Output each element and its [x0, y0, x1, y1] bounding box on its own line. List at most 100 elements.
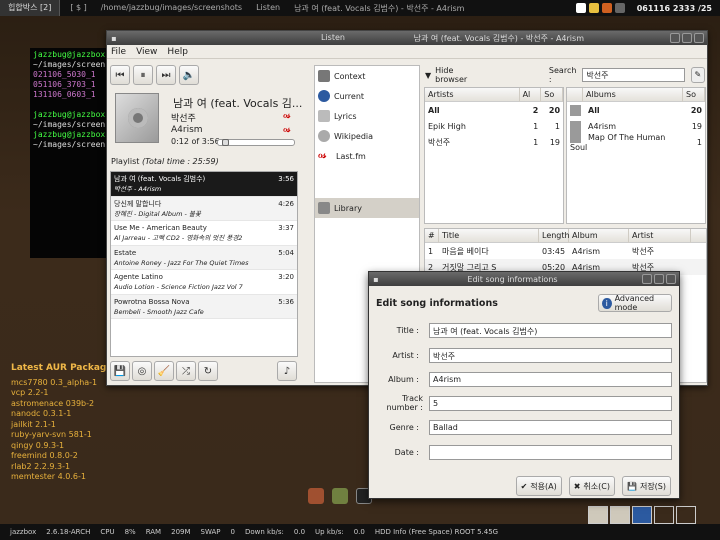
- clear-playlist-button[interactable]: 🧹: [154, 361, 174, 381]
- lastfm-artist-icon[interactable]: ℴ𝓈: [283, 111, 291, 121]
- nav-context[interactable]: Context: [315, 66, 419, 86]
- col-album[interactable]: Album: [569, 229, 629, 243]
- snail-icon[interactable]: [332, 488, 348, 504]
- save-playlist-button[interactable]: 💾: [110, 361, 130, 381]
- workspace-5[interactable]: [676, 506, 696, 524]
- cat-icon[interactable]: [308, 488, 324, 504]
- clear-search-button[interactable]: ✎: [690, 67, 705, 83]
- volume-button[interactable]: 🔈: [179, 65, 199, 85]
- col-albums-songs[interactable]: So: [683, 88, 705, 102]
- task-listen[interactable]: Listen: [256, 3, 280, 14]
- nav-wikipedia[interactable]: Wikipedia: [315, 126, 419, 146]
- dialog-close-button[interactable]: [666, 274, 676, 284]
- nav-lastfm[interactable]: ℴ𝓈 Last.fm: [315, 146, 419, 166]
- playlist-item[interactable]: Powrotna Bossa Nova Bembeli - Smooth Jaz…: [111, 294, 297, 319]
- album-row[interactable]: All 20: [567, 102, 705, 118]
- artists-pane[interactable]: Artists Al So All 2 20 Epik High 1 1 박선주 1 19: [424, 87, 564, 224]
- save-button[interactable]: 💾 저장(S): [621, 476, 671, 496]
- playlist-item[interactable]: Use Me - American Beauty Al Jarreau - 고백…: [111, 221, 297, 246]
- col-albums-name[interactable]: Albums: [583, 88, 683, 102]
- album-field[interactable]: A4rism: [429, 371, 672, 387]
- close-button[interactable]: [694, 33, 704, 43]
- col-albums[interactable]: Al: [520, 88, 542, 102]
- playlist-item[interactable]: Estate Antoine Roney - Jazz For The Quie…: [111, 245, 297, 270]
- dialog-titlebar[interactable]: ▪ Edit song informations: [369, 272, 679, 286]
- genre-field[interactable]: Ballad: [429, 419, 672, 435]
- terminal-line: jazzbug@jazzbox: [33, 50, 106, 59]
- artist-field[interactable]: 박선주: [429, 347, 672, 363]
- hdd-info: HDD Info (Free Space) ROOT 5.45G: [374, 528, 499, 536]
- playlist-item[interactable]: Agente Latino Audio Lotion - Science Fic…: [111, 270, 297, 295]
- workspace-3[interactable]: [632, 506, 652, 524]
- cpu-value: 8%: [124, 528, 136, 536]
- hide-browser-toggle[interactable]: ▼ Hide browser: [425, 66, 473, 84]
- col-artist[interactable]: Artist: [629, 229, 691, 243]
- task-filebrowser[interactable]: /home/jazzbug/images/screenshots: [101, 3, 242, 14]
- burn-cd-button[interactable]: ◎: [132, 361, 152, 381]
- workspace-4[interactable]: [654, 506, 674, 524]
- dialog-maximize-button[interactable]: [654, 274, 664, 284]
- seek-handle[interactable]: [222, 139, 229, 146]
- window-titlebar[interactable]: ▪ Listen 남과 여 (feat. Vocals 김범수) - 박선주 -…: [107, 31, 707, 45]
- album-row[interactable]: Map Of The Human Soul 1: [567, 132, 705, 152]
- person-icon[interactable]: [588, 3, 599, 13]
- playlist-item[interactable]: 당신께 말합니다 장혜진 - Digital Album - 불꽃 4:26: [111, 196, 297, 221]
- playlist-item-subtitle: Bembeli - Smooth Jazz Cafe: [114, 307, 204, 316]
- keyboard-icon[interactable]: [575, 3, 586, 13]
- check-icon: ✔: [520, 481, 528, 491]
- menu-file[interactable]: File: [111, 47, 126, 57]
- nav-lyrics[interactable]: Lyrics: [315, 106, 419, 126]
- floppy-icon: 💾: [626, 481, 637, 491]
- aur-item: mcs7780 0.3_alpha-1: [11, 377, 98, 387]
- dialog-minimize-button[interactable]: [642, 274, 652, 284]
- close-icon[interactable]: [601, 3, 612, 13]
- repeat-button[interactable]: ↻: [198, 361, 218, 381]
- monitor-icon[interactable]: [614, 3, 625, 13]
- seek-slider[interactable]: [217, 139, 295, 146]
- shuffle-icon: ⤮: [182, 365, 190, 377]
- col-title[interactable]: Title: [439, 229, 539, 243]
- nav-library[interactable]: Library: [315, 198, 419, 218]
- brush-icon: ✎: [694, 70, 702, 79]
- lastfm-album-icon[interactable]: ℴ𝓈: [283, 125, 291, 135]
- next-button[interactable]: ⏭: [156, 65, 176, 85]
- terminal-line: 131106_0603_1: [33, 90, 96, 99]
- previous-button[interactable]: ⏮: [110, 65, 130, 85]
- cancel-button[interactable]: ✖ 취소(C): [568, 476, 615, 496]
- workspace-1[interactable]: [588, 506, 608, 524]
- workspace-name[interactable]: 힙합박스 [2]: [0, 0, 61, 16]
- playlist[interactable]: 남과 여 (feat. Vocals 김범수) 박선주 - A4rism 3:5…: [110, 171, 298, 357]
- col-songs[interactable]: So: [541, 88, 563, 102]
- search-input[interactable]: 박선주: [582, 68, 685, 82]
- col-track-number[interactable]: #: [425, 229, 439, 243]
- task-terminal[interactable]: [ $ ]: [70, 3, 86, 14]
- artist-row[interactable]: All 2 20: [425, 102, 563, 118]
- track-number-field[interactable]: 5: [429, 395, 672, 411]
- menu-view[interactable]: View: [136, 47, 157, 57]
- shuffle-button[interactable]: ⤮: [176, 361, 196, 381]
- col-length[interactable]: Length: [539, 229, 570, 243]
- pause-button[interactable]: ⏸: [133, 65, 153, 85]
- nav-current[interactable]: Current: [315, 86, 419, 106]
- albums-pane[interactable]: Albums So All 20 A4rism 19 Map Of The Huma…: [566, 87, 706, 224]
- task-song[interactable]: 남과 여 (feat. Vocals 김범수) - 박선주 - A4rism: [294, 3, 464, 14]
- terminal-window[interactable]: jazzbug@jazzbox ~/images/screens 021106_…: [30, 48, 110, 258]
- date-field[interactable]: [429, 444, 672, 460]
- dialog-menu-icon[interactable]: ▪: [369, 272, 383, 286]
- track-row[interactable]: 1 마음을 베이다 03:45 A4rism 박선주: [425, 243, 706, 259]
- artist-row[interactable]: Epik High 1 1: [425, 118, 563, 134]
- title-field[interactable]: 남과 여 (feat. Vocals 김범수): [429, 322, 672, 338]
- workspace-2[interactable]: [610, 506, 630, 524]
- cpu-label: CPU: [100, 528, 115, 536]
- apply-button[interactable]: ✔ 적용(A): [515, 476, 562, 496]
- artist-row[interactable]: 박선주 1 19: [425, 134, 563, 150]
- window-menu-icon[interactable]: ▪: [107, 31, 121, 45]
- col-artists[interactable]: Artists: [425, 88, 520, 102]
- now-playing-title: 남과 여 (feat. Vocals 김...: [173, 97, 303, 110]
- advanced-mode-button[interactable]: i Advanced mode: [598, 294, 672, 312]
- minimize-button[interactable]: [670, 33, 680, 43]
- playlist-options-button[interactable]: ♪: [277, 361, 297, 381]
- playlist-item[interactable]: 남과 여 (feat. Vocals 김범수) 박선주 - A4rism 3:5…: [111, 172, 297, 197]
- menu-help[interactable]: Help: [167, 47, 188, 57]
- maximize-button[interactable]: [682, 33, 692, 43]
